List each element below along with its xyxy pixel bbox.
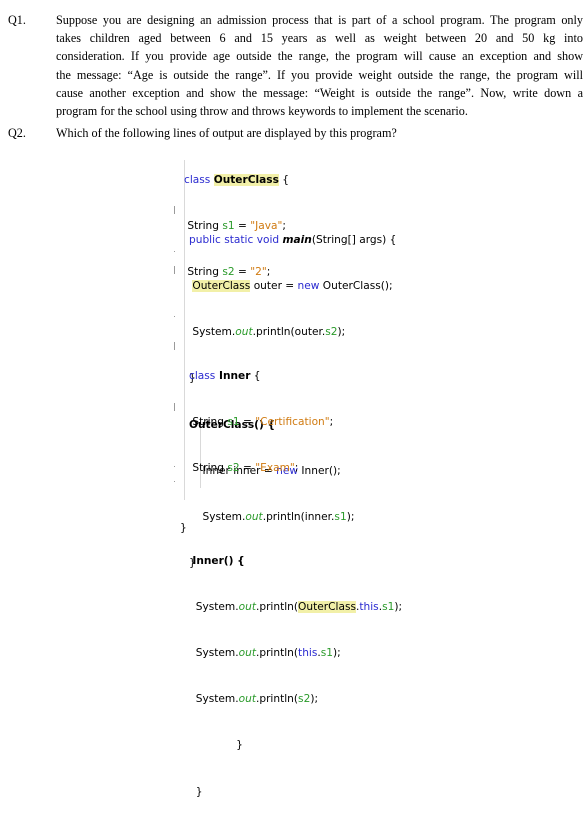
question-text: Suppose you are designing an admission p… — [56, 11, 583, 120]
code-token: main — [282, 233, 312, 246]
gutter-marker — [174, 251, 175, 252]
gutter-marker — [174, 403, 175, 411]
gutter-marker — [174, 316, 175, 317]
gutter-marker — [174, 342, 175, 350]
code-token: ); — [394, 600, 403, 613]
code-line: } — [180, 521, 187, 536]
code-snippet: } — [180, 490, 187, 552]
code-token: = — [239, 416, 256, 429]
code-token: } — [180, 521, 187, 534]
code-token: System. — [195, 600, 239, 613]
code-token: .println( — [255, 647, 299, 660]
gutter-marker — [174, 466, 175, 467]
code-line: String s2 = "Exam"; — [189, 461, 402, 476]
code-line: OuterClass outer = new OuterClass(); — [189, 279, 396, 294]
code-token: this — [298, 647, 318, 660]
code-token: out — [238, 693, 256, 706]
gutter-marker — [174, 206, 175, 214]
question-line: the message: “Age is outside the range”.… — [56, 67, 583, 82]
code-token: s1 — [227, 416, 240, 429]
code-token: s2 — [325, 326, 338, 339]
question-line: program for the school using throw and t… — [56, 104, 468, 119]
code-line: } — [189, 785, 402, 800]
code-token: outer = — [250, 280, 298, 293]
question-line: Suppose you are designing an admission p… — [56, 13, 583, 27]
class-name-highlight: OuterClass — [298, 600, 356, 613]
question-line: takes children aged between 6 and 15 yea… — [56, 31, 583, 46]
code-snippet: class Inner { String s1 = "Certification… — [189, 338, 402, 815]
code-line: class Inner { — [189, 369, 402, 384]
code-token: this — [359, 600, 379, 613]
code-token: .println(outer. — [252, 326, 326, 339]
code-token: public static void — [189, 233, 283, 246]
question-line: consideration. If you provide age outsid… — [56, 49, 583, 64]
question-text: Which of the following lines of output a… — [56, 126, 397, 140]
code-token: Inner() { — [192, 554, 245, 567]
gutter-marker — [174, 481, 175, 482]
code-line: Inner() { — [189, 554, 402, 569]
code-token: .println( — [255, 693, 299, 706]
code-token: ; — [329, 416, 334, 429]
code-line: System.out.println(s2); — [189, 692, 402, 707]
code-line: class OuterClass { — [184, 173, 289, 186]
code-token: out — [238, 647, 256, 660]
code-token: "Certification" — [255, 416, 330, 429]
code-token: OuterClass(); — [319, 280, 393, 293]
code-token: ); — [310, 693, 319, 706]
code-token: out — [238, 600, 256, 613]
code-token: "Exam" — [255, 462, 295, 475]
code-line: String s1 = "Certification"; — [189, 415, 402, 430]
code-token: Inner — [215, 369, 251, 382]
class-name-highlight: OuterClass — [192, 280, 251, 293]
code-token: s1 — [320, 647, 334, 660]
gutter-marker — [174, 266, 175, 274]
code-line: public static void main(String[] args) { — [189, 233, 396, 248]
code-token: s2 — [298, 693, 311, 706]
code-token: { — [250, 369, 261, 382]
code-token: ; — [294, 462, 299, 475]
code-token: (String[] args) { — [311, 233, 397, 246]
question-line: cause another exception and show the mes… — [56, 85, 583, 100]
code-token: new — [297, 280, 320, 293]
code-token: String — [192, 416, 228, 429]
code-token: class — [189, 369, 216, 382]
code-token: out — [235, 326, 253, 339]
code-token: String — [192, 462, 228, 475]
code-token: System. — [195, 693, 239, 706]
code-line: System.out.println(OuterClass.this.s1); — [189, 600, 402, 615]
code-token: s2 — [227, 462, 240, 475]
code-token: = — [239, 462, 256, 475]
code-token: ); — [337, 326, 346, 339]
question-number: Q1. — [8, 13, 26, 27]
code-line: } — [189, 738, 402, 753]
class-name-highlight: OuterClass — [213, 173, 279, 186]
question-number: Q2. — [8, 126, 26, 140]
code-token: ); — [333, 647, 341, 660]
code-token: } — [195, 785, 203, 798]
code-token: System. — [192, 326, 236, 339]
code-line: System.out.println(this.s1); — [189, 646, 402, 661]
code-token: System. — [195, 647, 239, 660]
code-token: } — [236, 739, 243, 752]
code-token: s1 — [382, 600, 395, 613]
code-token: .println( — [255, 600, 299, 613]
